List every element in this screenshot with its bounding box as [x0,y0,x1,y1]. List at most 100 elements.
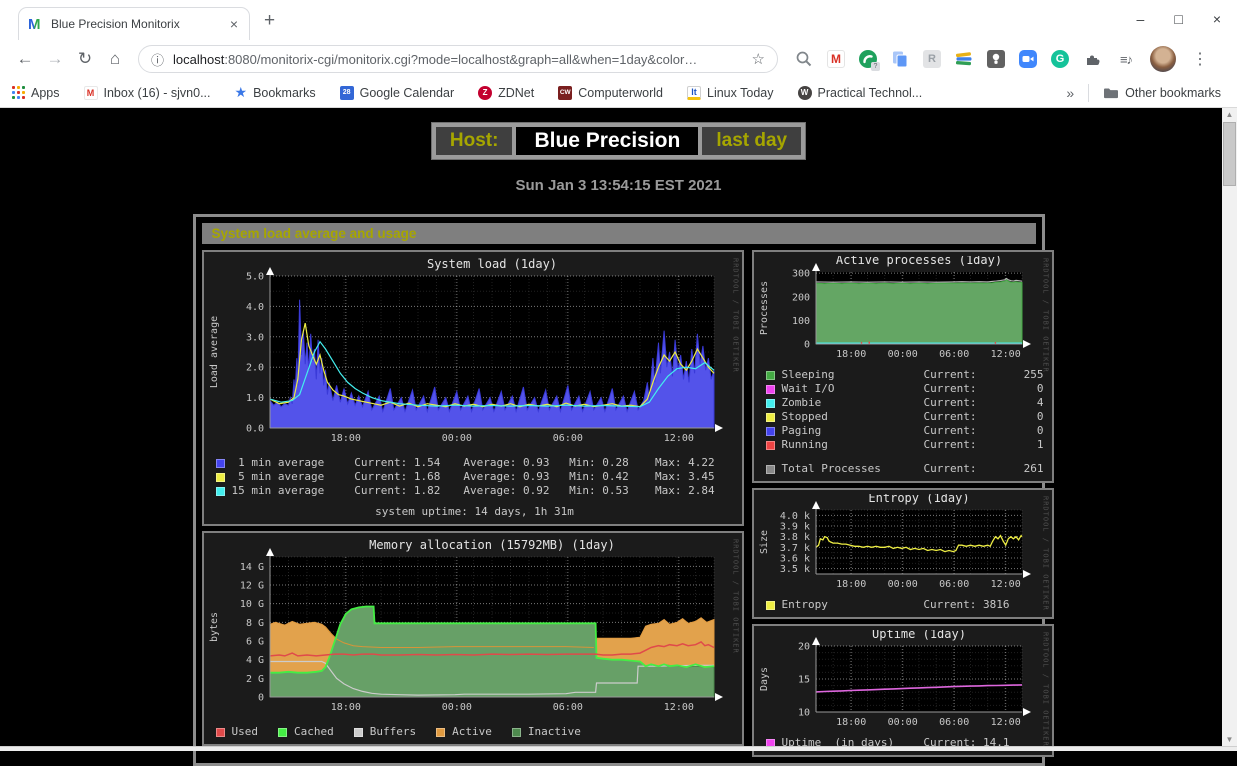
wordpress-icon: W [798,86,812,100]
bookmark-bookmarks[interactable]: ★ Bookmarks [235,84,316,101]
bookmark-zdnet[interactable]: Z ZDNet [478,86,534,100]
legend-text: 4 [1002,396,1044,410]
bookmarks-overflow-icon[interactable]: » [1066,85,1074,101]
star-icon: ★ [235,84,248,101]
bookmark-google-calendar[interactable]: 28 Google Calendar [340,86,455,100]
reload-icon[interactable]: ↻ [70,49,100,69]
legend-text: Current: 1.82 [354,484,463,498]
legend-row: 15 min averageCurrent: 1.82Average: 0.92… [216,484,734,498]
time-range[interactable]: last day [702,127,801,155]
search-extension-icon[interactable] [794,49,814,69]
svg-text:200: 200 [791,292,809,303]
legend-row: 1 min averageCurrent: 1.54Average: 0.93M… [216,456,734,470]
lamp-extension-icon[interactable] [986,49,1006,69]
system-load-legend: 1 min averageCurrent: 1.54Average: 0.93M… [216,456,734,519]
svg-text:06:00: 06:00 [552,702,582,713]
url-text[interactable]: localhost:8080/monitorix-cgi/monitorix.c… [173,52,744,67]
legend-text: 261 [1002,462,1044,476]
system-load-panel: 0.01.02.03.04.05.018:0000:0006:0012:00Sy… [202,250,744,526]
legend-text: Sleeping [766,368,924,382]
gmail-icon: M [84,86,98,100]
svg-text:Uptime (1day): Uptime (1day) [872,630,966,641]
legend-color-box [354,728,363,737]
books-extension-icon[interactable] [954,49,974,69]
svg-text:Days: Days [759,667,770,691]
memory-graph: 02 G4 G6 G8 G10 G12 G14 G18:0000:0006:00… [206,537,730,723]
legend-color-box [216,473,225,482]
legend-color-box [766,371,775,380]
forward-icon[interactable]: → [40,49,70,69]
close-icon[interactable]: × [1213,11,1221,27]
browser-menu-icon[interactable]: ⋮ [1192,49,1208,69]
gmail-extension-icon[interactable]: M [826,49,846,69]
legend-text: Current: 1.54 [354,456,463,470]
legend-text: Running [766,438,924,452]
svg-text:14 G: 14 G [239,562,263,573]
back-icon[interactable]: ← [10,49,40,69]
legend-color-box [766,441,775,450]
svg-text:18:00: 18:00 [330,702,360,713]
legend-text: Cached [278,725,334,739]
svg-text:20: 20 [797,642,809,653]
playlist-extension-icon[interactable]: ≡♪ [1114,49,1138,69]
svg-text:12:00: 12:00 [663,702,693,713]
site-info-icon[interactable]: ⓘ [151,50,164,69]
svg-text:2 G: 2 G [245,674,263,685]
svg-text:3.7 k: 3.7 k [779,543,809,554]
legend-text: Min: 0.53 [569,484,655,498]
svg-text:18:00: 18:00 [836,349,866,360]
bookmark-practical-technology[interactable]: W Practical Technol... [798,86,923,100]
r-extension-icon[interactable]: R [922,49,942,69]
legend-text: Min: 0.42 [569,470,655,484]
scroll-down-icon[interactable]: ▼ [1222,735,1237,744]
zoom-extension-icon[interactable] [1018,49,1038,69]
svg-text:00:00: 00:00 [887,717,917,728]
system_load-graph: 0.01.02.03.04.05.018:0000:0006:0012:00Sy… [206,256,730,454]
monitorix-header: Host: Blue Precision last day [431,122,806,160]
scroll-up-icon[interactable]: ▲ [1222,110,1237,119]
legend-text: 1 min average [216,456,355,470]
host-label: Host: [436,127,513,155]
bookmark-apps[interactable]: Apps [12,86,60,100]
home-icon[interactable]: ⌂ [100,49,130,69]
legend-text: Entropy [766,598,828,612]
tab-close-icon[interactable]: × [227,16,241,32]
horizontal-scrollbar[interactable] [0,746,1237,751]
legend-text: Current: [924,424,1002,438]
host-name: Blue Precision [516,127,698,155]
bookmark-label: Inbox (16) - sjvn0... [104,86,211,100]
grammarly-extension-icon[interactable]: G [1050,49,1070,69]
vertical-scrollbar[interactable]: ▲ ▼ [1222,108,1237,746]
bookmark-linux-today[interactable]: lt Linux Today [687,86,774,100]
browser-tab[interactable]: M Blue Precision Monitorix × [18,7,250,40]
legend-text: Min: 0.28 [569,456,655,470]
other-bookmarks[interactable]: Other bookmarks [1103,86,1221,100]
legend-text: Average: 0.92 [463,484,569,498]
bookmark-star-icon[interactable]: ☆ [752,50,765,68]
system-section: System load average and usage 0.01.02.03… [193,214,1045,766]
legend-text: Current: 3816 [923,598,1009,612]
address-bar[interactable]: ⓘ localhost:8080/monitorix-cgi/monitorix… [138,45,778,73]
legend-row: Entropy Current: 3816 [766,598,1044,612]
profile-avatar[interactable] [1150,46,1176,72]
copy-pages-extension-icon[interactable] [890,49,910,69]
legend-color-box [766,399,775,408]
rrdtool-watermark: RRDTOOL / TOBI OETIKER [732,539,740,654]
legend-color-box [278,728,287,737]
tab-title: Blue Precision Monitorix [51,17,227,31]
voice-extension-icon[interactable]: ? [858,49,878,69]
svg-text:10 G: 10 G [239,599,263,610]
minimize-icon[interactable]: – [1137,11,1145,27]
legend-color-box [766,601,775,610]
url-host: localhost [173,52,224,67]
scrollbar-thumb[interactable] [1223,122,1236,186]
bookmark-label: ZDNet [498,86,534,100]
bookmark-computerworld[interactable]: CW Computerworld [558,86,663,100]
puzzle-extensions-icon[interactable] [1082,49,1102,69]
bookmark-inbox[interactable]: M Inbox (16) - sjvn0... [84,86,211,100]
maximize-icon[interactable]: □ [1174,11,1182,27]
new-tab-button[interactable]: + [264,10,275,32]
legend-text: Zombie [766,396,924,410]
active-processes-chart: 010020030018:0000:0006:0012:00Active pro… [756,256,1050,366]
active-processes-legend: SleepingCurrent:255Wait I/OCurrent:0Zomb… [766,368,1044,476]
